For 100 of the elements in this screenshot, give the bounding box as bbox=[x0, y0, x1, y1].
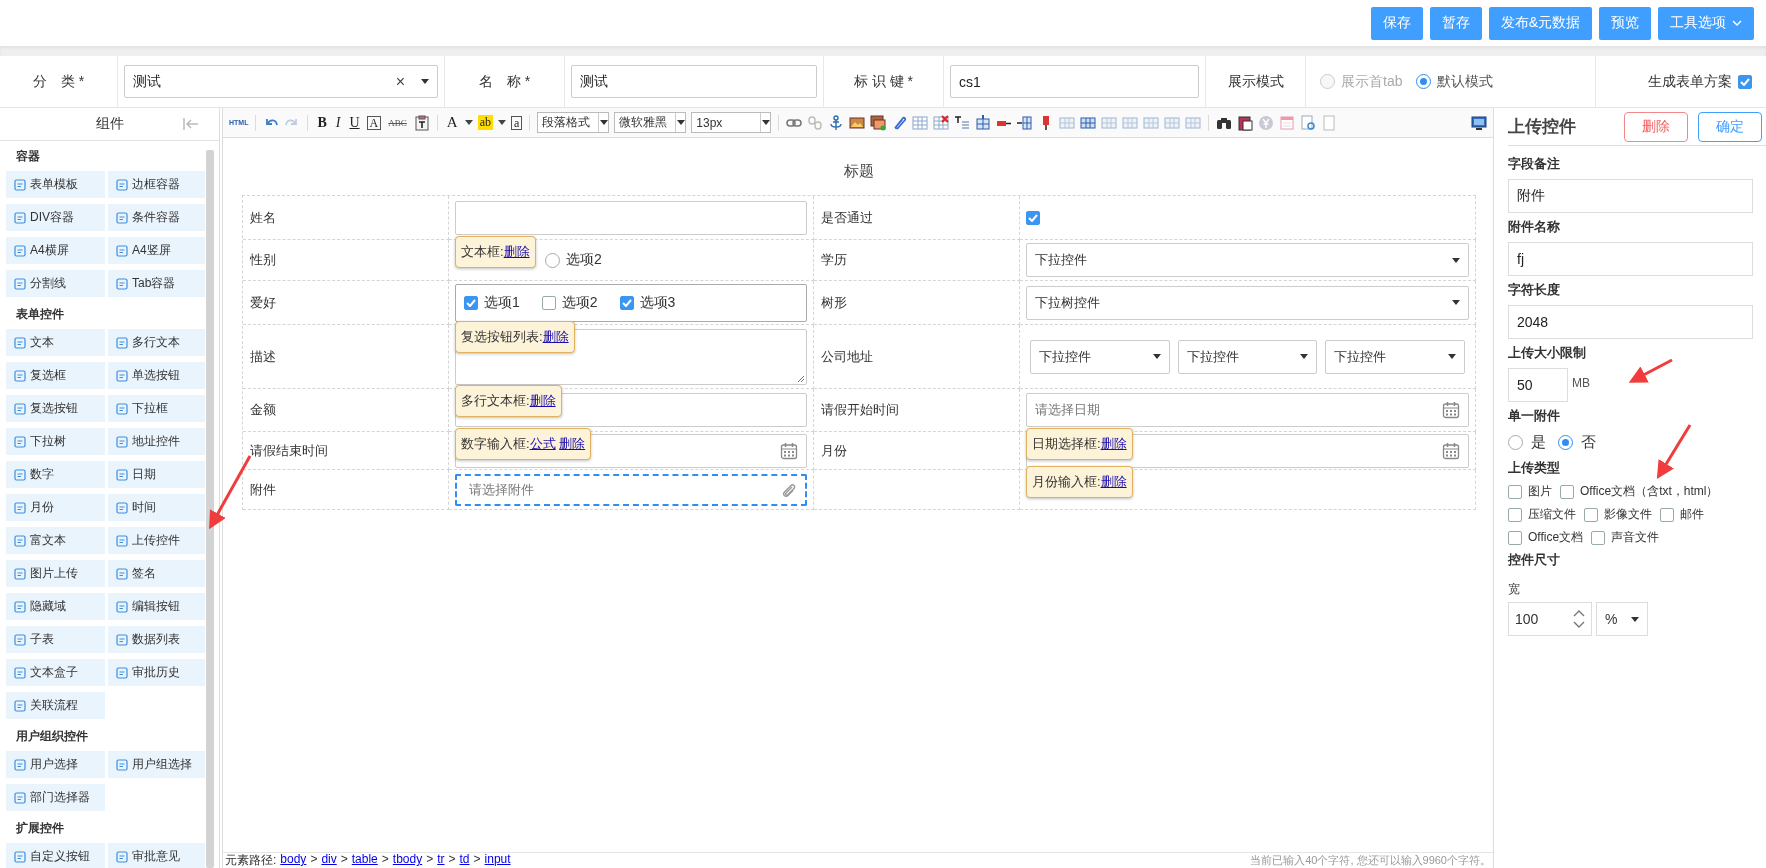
delete-table-icon[interactable] bbox=[933, 114, 950, 131]
format-button[interactable]: ABC bbox=[386, 117, 409, 128]
paste-icon[interactable] bbox=[413, 114, 430, 131]
images-icon[interactable] bbox=[870, 114, 887, 131]
table-cells-icon[interactable] bbox=[1185, 114, 1202, 131]
checkbox[interactable] bbox=[619, 295, 634, 310]
dropdown[interactable]: 下拉控件 bbox=[1026, 243, 1469, 277]
path-link[interactable]: div bbox=[321, 852, 337, 868]
component-item[interactable]: 下拉树 bbox=[6, 428, 105, 455]
component-item[interactable]: 数字 bbox=[6, 461, 105, 488]
dropdown[interactable]: 下拉控件 bbox=[1325, 339, 1465, 374]
file-upload-field[interactable]: 请选择附件 bbox=[455, 473, 807, 506]
format-button[interactable]: A bbox=[366, 115, 382, 130]
tooltip-link[interactable]: 删除 bbox=[503, 244, 530, 259]
calendar-icon[interactable] bbox=[1279, 114, 1296, 131]
number-field[interactable]: 50 bbox=[1508, 368, 1568, 402]
checkbox[interactable] bbox=[464, 295, 478, 310]
path-link[interactable]: tbody bbox=[392, 852, 423, 868]
dropdown[interactable]: 下拉控件 bbox=[1030, 339, 1170, 374]
text-field[interactable]: 2048 bbox=[1508, 305, 1753, 339]
dropdown[interactable]: 下拉控件 bbox=[1177, 339, 1318, 374]
tooltip-link[interactable]: 删除 bbox=[1100, 474, 1127, 489]
text-field[interactable]: 附件 bbox=[1508, 179, 1753, 213]
category-select[interactable]: 测试 × bbox=[124, 65, 438, 98]
radio-button[interactable] bbox=[1416, 74, 1432, 89]
component-item[interactable]: DIV容器 bbox=[6, 204, 105, 231]
format-button[interactable]: a bbox=[510, 115, 523, 130]
format-button[interactable]: I bbox=[333, 114, 343, 131]
merge-cells-icon[interactable] bbox=[1080, 114, 1097, 131]
component-item[interactable]: 审批意见 bbox=[108, 843, 205, 868]
number-spinner[interactable]: 100 bbox=[1508, 602, 1592, 636]
anchor-icon[interactable] bbox=[828, 114, 845, 131]
component-item[interactable]: 自定义按钮 bbox=[6, 843, 105, 868]
checkbox[interactable] bbox=[1584, 507, 1598, 522]
component-item[interactable]: 表单模板 bbox=[6, 171, 105, 198]
component-item[interactable]: 文本盒子 bbox=[6, 659, 105, 686]
search-document-icon[interactable] bbox=[1300, 114, 1317, 131]
tooltip-link[interactable]: 删除 bbox=[559, 436, 586, 451]
checkbox[interactable] bbox=[1591, 530, 1606, 545]
checkbox[interactable] bbox=[1508, 507, 1522, 522]
component-item[interactable]: 文本 bbox=[6, 329, 105, 356]
text-field[interactable]: fj bbox=[1508, 242, 1753, 276]
format-button[interactable]: A bbox=[444, 114, 460, 131]
tooltip-link[interactable]: 删除 bbox=[529, 393, 556, 408]
component-item[interactable]: 复选框 bbox=[6, 362, 105, 389]
table-cells-icon[interactable] bbox=[1101, 114, 1118, 131]
insert-row-icon[interactable] bbox=[975, 114, 992, 131]
component-item[interactable]: 月份 bbox=[6, 494, 105, 521]
format-button[interactable]: U bbox=[347, 114, 362, 131]
component-item[interactable]: 用户选择 bbox=[6, 751, 105, 778]
component-item[interactable]: 多行文本 bbox=[108, 329, 205, 356]
scrollbar[interactable] bbox=[206, 150, 214, 868]
component-item[interactable]: 单选按钮 bbox=[108, 362, 205, 389]
toolbar-select[interactable]: 段落格式 bbox=[537, 112, 610, 133]
component-item[interactable]: 审批历史 bbox=[108, 659, 205, 686]
checkbox[interactable] bbox=[1508, 530, 1522, 545]
text-field[interactable]: cs1 bbox=[950, 65, 1199, 98]
component-item[interactable]: 条件容器 bbox=[108, 204, 205, 231]
component-item[interactable]: 部门选择器 bbox=[6, 784, 105, 811]
image-icon[interactable] bbox=[849, 114, 866, 131]
component-item[interactable]: 复选按钮 bbox=[6, 395, 105, 422]
checkbox[interactable] bbox=[1026, 210, 1040, 225]
table-cells-icon[interactable] bbox=[1143, 114, 1160, 131]
component-item[interactable]: 分割线 bbox=[6, 270, 105, 297]
checkbox[interactable] bbox=[1508, 484, 1522, 499]
component-item[interactable]: 关联流程 bbox=[6, 692, 105, 719]
format-button[interactable]: B bbox=[315, 114, 329, 131]
checkbox[interactable] bbox=[1738, 74, 1752, 89]
path-link[interactable]: body bbox=[280, 852, 307, 868]
format-button[interactable]: ab bbox=[477, 115, 493, 130]
component-item[interactable]: 富文本 bbox=[6, 527, 105, 554]
component-item[interactable]: 隐藏域 bbox=[6, 593, 105, 620]
checkbox-group[interactable]: 选项1 选项2 选项3 bbox=[455, 283, 807, 322]
component-item[interactable]: 图片上传 bbox=[6, 560, 105, 587]
radio-button[interactable] bbox=[545, 252, 560, 268]
unit-select[interactable]: % bbox=[1596, 602, 1648, 636]
component-item[interactable]: A4竖屏 bbox=[108, 237, 205, 264]
table-cells-icon[interactable] bbox=[1164, 114, 1181, 131]
radio-button[interactable] bbox=[1508, 435, 1523, 450]
checkbox[interactable] bbox=[1560, 484, 1574, 499]
component-item[interactable]: 下拉框 bbox=[108, 395, 205, 422]
date-field[interactable]: 请选择日期 bbox=[1026, 393, 1469, 427]
component-item[interactable]: 日期 bbox=[108, 461, 205, 488]
tooltip-link[interactable]: 删除 bbox=[1100, 436, 1127, 451]
radio-button[interactable] bbox=[1558, 435, 1573, 450]
dropdown[interactable]: 下拉树控件 bbox=[1026, 285, 1469, 320]
toolbar-select[interactable]: 微软雅黑 bbox=[614, 112, 687, 133]
text-field[interactable]: 测试 bbox=[571, 65, 817, 98]
component-item[interactable]: 边框容器 bbox=[108, 171, 205, 198]
table-title-icon[interactable] bbox=[954, 114, 971, 131]
clear-icon[interactable]: × bbox=[395, 72, 405, 91]
component-item[interactable]: 签名 bbox=[108, 560, 205, 587]
component-item[interactable]: 时间 bbox=[108, 494, 205, 521]
component-item[interactable]: 编辑按钮 bbox=[108, 593, 205, 620]
component-item[interactable]: 子表 bbox=[6, 626, 105, 653]
path-link[interactable]: tr bbox=[437, 852, 445, 868]
checkbox[interactable] bbox=[1660, 507, 1674, 522]
path-link[interactable]: td bbox=[459, 852, 470, 868]
tooltip-link[interactable]: 删除 bbox=[542, 329, 569, 344]
component-item[interactable]: 地址控件 bbox=[108, 428, 205, 455]
